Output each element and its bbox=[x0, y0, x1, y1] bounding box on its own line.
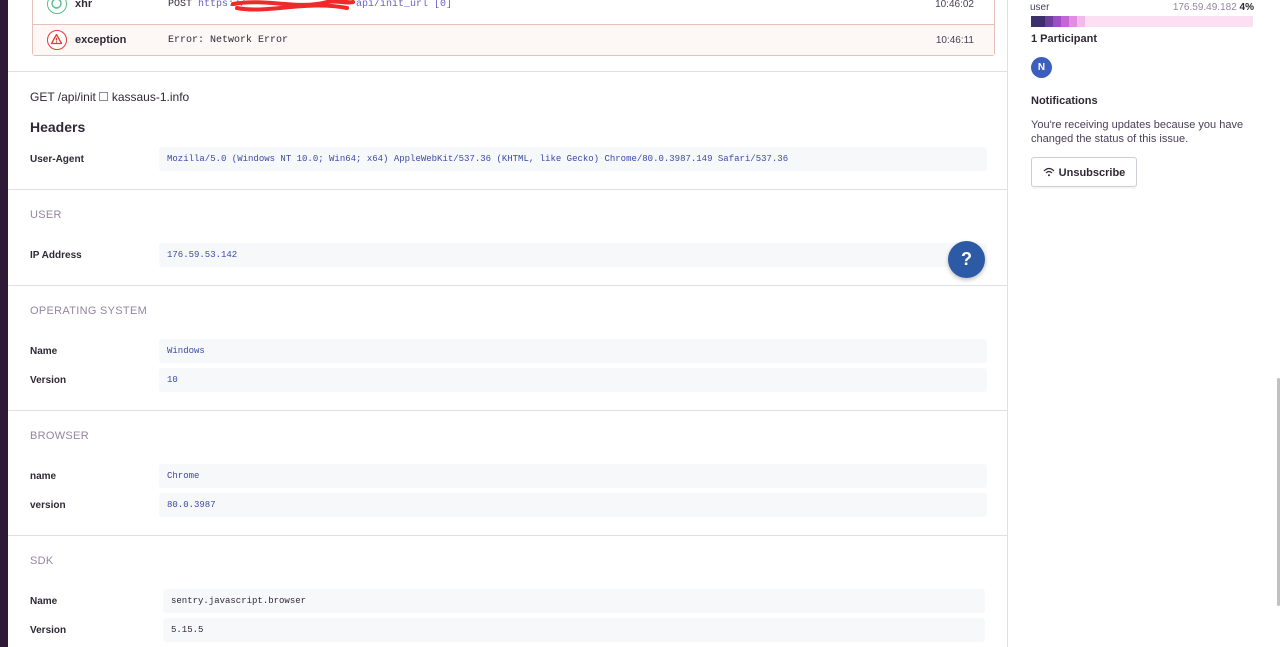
breadcrumbs-table: xhr POST https://api/init_url [0] 10:46:… bbox=[32, 0, 995, 56]
breadcrumb-type: exception bbox=[75, 34, 127, 46]
request-line: GET /api/init kassaus-1.info bbox=[30, 90, 189, 104]
header-value: Mozilla/5.0 (Windows NT 10.0; Win64; x64… bbox=[159, 147, 987, 171]
breadcrumb-url-end[interactable]: api/init_url [0] bbox=[356, 0, 452, 10]
header-key: User-Agent bbox=[30, 154, 84, 165]
help-button[interactable]: ? bbox=[948, 241, 985, 278]
section-title-sdk: SDK bbox=[30, 555, 54, 567]
sdk-name-key: Name bbox=[30, 596, 58, 607]
breadcrumb-message: Error: Network Error bbox=[168, 35, 289, 46]
participants-count: 1 Participant bbox=[1031, 33, 1098, 45]
tag-bar-segment bbox=[1077, 16, 1085, 27]
unsubscribe-button[interactable]: Unsubscribe bbox=[1031, 157, 1137, 187]
user-ip-value: 176.59.53.142 bbox=[159, 243, 987, 267]
breadcrumb-row-xhr[interactable]: xhr POST https://api/init_url [0] 10:46:… bbox=[33, 0, 994, 23]
tag-bar-segment bbox=[1045, 16, 1053, 27]
sdk-version-key: Version bbox=[30, 625, 67, 636]
notifications-title: Notifications bbox=[1031, 95, 1098, 107]
os-version-key: Version bbox=[30, 375, 67, 386]
browser-version-key: version bbox=[30, 500, 66, 511]
browser-name-key: name bbox=[30, 471, 57, 482]
breadcrumb-type: xhr bbox=[75, 0, 93, 10]
tag-distribution-bar[interactable] bbox=[1031, 16, 1253, 27]
event-details: xhr POST https://api/init_url [0] 10:46:… bbox=[8, 0, 1008, 647]
tag-bar-segment bbox=[1061, 16, 1069, 27]
os-name-key: Name bbox=[30, 346, 58, 357]
notifications-text: You're receiving updates because you hav… bbox=[1031, 119, 1244, 145]
sdk-version-value: 5.15.5 bbox=[163, 618, 985, 642]
external-link-icon[interactable] bbox=[98, 92, 108, 101]
section-title-os: OPERATING SYSTEM bbox=[30, 305, 148, 317]
divider bbox=[8, 71, 1007, 72]
divider bbox=[8, 189, 1007, 190]
avatar[interactable]: N bbox=[1031, 57, 1052, 78]
sdk-name-value: sentry.javascript.browser bbox=[163, 589, 985, 613]
redaction-scribble bbox=[229, 0, 355, 12]
xhr-icon bbox=[47, 0, 67, 14]
wifi-icon bbox=[1043, 159, 1055, 189]
tag-bar-segment bbox=[1069, 16, 1077, 27]
tag-value: 176.59.49.182 4% bbox=[1172, 2, 1254, 13]
tag-bar-segment bbox=[1031, 16, 1045, 27]
left-nav-rail bbox=[0, 0, 8, 647]
request-method: GET bbox=[30, 90, 55, 104]
tag-bar-segment bbox=[1053, 16, 1061, 27]
divider bbox=[8, 285, 1007, 286]
request-path: /api/init bbox=[57, 90, 96, 104]
os-version-value: 10 bbox=[159, 368, 987, 392]
user-ip-key: IP Address bbox=[30, 250, 82, 261]
breadcrumb-row-exception[interactable]: exception Error: Network Error 10:46:11 bbox=[33, 24, 994, 55]
section-title-browser: BROWSER bbox=[30, 430, 89, 442]
os-name-value: Windows bbox=[159, 339, 987, 363]
headers-title: Headers bbox=[30, 119, 86, 135]
breadcrumb-time: 10:46:11 bbox=[935, 35, 974, 46]
section-title-user: USER bbox=[30, 209, 62, 221]
divider bbox=[8, 410, 1007, 411]
browser-version-value: 80.0.3987 bbox=[159, 493, 987, 517]
breadcrumb-time: 10:46:02 bbox=[935, 0, 974, 10]
browser-name-value: Chrome bbox=[159, 464, 987, 488]
tag-name: user bbox=[1030, 2, 1050, 13]
request-host: kassaus-1.info bbox=[111, 90, 190, 104]
divider bbox=[8, 535, 1007, 536]
unsubscribe-label: Unsubscribe bbox=[1058, 167, 1126, 179]
issue-sidebar: user 176.59.49.182 4% 1 Participant N No… bbox=[1008, 0, 1280, 647]
warning-icon bbox=[47, 30, 67, 50]
